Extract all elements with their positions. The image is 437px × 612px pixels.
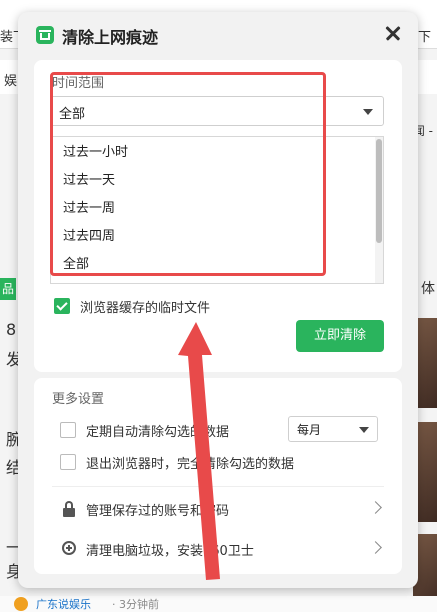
clear-settings-card: 时间范围 全部 过去一小时 过去一天 过去一周 过去四周 全部 浏览器缓存的临时… (34, 60, 402, 372)
frequency-value: 每月 (297, 423, 322, 437)
background-left-text: 8 (6, 320, 17, 339)
checkbox-unchecked[interactable] (60, 422, 76, 438)
checkbox-checked[interactable] (54, 298, 70, 314)
more-settings-title: 更多设置 (52, 392, 105, 407)
time-range-value: 全部 (59, 107, 86, 122)
chevron-down-icon (363, 109, 373, 115)
chevron-right-icon (369, 501, 382, 514)
chevron-down-icon (359, 427, 369, 433)
time-range-dropdown: 过去一小时 过去一天 过去一周 过去四周 全部 (50, 136, 384, 284)
clear-history-dialog: 清除上网痕迹 时间范围 全部 过去一小时 过去一天 过去一周 过去四周 全部 浏… (18, 12, 418, 588)
dropdown-option[interactable]: 过去四周 (63, 227, 115, 247)
plus-circle-icon (62, 541, 76, 555)
trash-icon (36, 26, 54, 44)
lock-icon (62, 501, 76, 517)
manage-passwords-link[interactable]: 管理保存过的账号和密码 (60, 498, 382, 520)
dropdown-option[interactable]: 全部 (63, 255, 89, 275)
chevron-right-icon (369, 541, 382, 554)
dialog-header: 清除上网痕迹 (18, 12, 418, 58)
background-top-right-text: 下 (417, 30, 431, 45)
close-icon[interactable] (382, 22, 404, 44)
auto-clear-option[interactable]: 定期自动清除勾选的数据 (60, 420, 280, 440)
background-feed-meta: 广东说娱乐 · 3分钟前 (0, 596, 437, 612)
manage-passwords-label: 管理保存过的账号和密码 (86, 504, 230, 519)
more-settings-card: 更多设置 定期自动清除勾选的数据 每月 退出浏览器时，完全清除勾选的数据 管理保… (34, 378, 402, 574)
exit-clear-option[interactable]: 退出浏览器时，完全清除勾选的数据 (60, 452, 360, 472)
clean-pc-link[interactable]: 清理电脑垃圾，安装360卫士 (60, 538, 382, 560)
frequency-select[interactable]: 每月 (288, 416, 378, 442)
feed-time: · 3分钟前 (112, 598, 159, 611)
dropdown-option[interactable]: 过去一小时 (63, 143, 128, 163)
cache-checkbox-label: 浏览器缓存的临时文件 (80, 301, 211, 316)
background-nav-left-text: 娱 (4, 74, 18, 89)
auto-clear-label: 定期自动清除勾选的数据 (86, 425, 230, 440)
background-green-chip: 品 (0, 278, 16, 300)
dropdown-option[interactable]: 过去一周 (63, 199, 115, 219)
time-range-label: 时间范围 (52, 76, 105, 91)
cache-checkbox-row[interactable]: 浏览器缓存的临时文件 (54, 296, 384, 316)
checkbox-unchecked[interactable] (60, 454, 76, 470)
clean-pc-label: 清理电脑垃圾，安装360卫士 (86, 544, 254, 559)
background-right-label: 体 (421, 281, 435, 297)
dialog-title: 清除上网痕迹 (62, 28, 159, 47)
source-avatar-icon (14, 597, 28, 611)
feed-source-link[interactable]: 广东说娱乐 (36, 596, 91, 612)
exit-clear-label: 退出浏览器时，完全清除勾选的数据 (86, 457, 295, 472)
divider (52, 486, 384, 487)
dropdown-scrollbar[interactable] (375, 137, 383, 283)
dropdown-option[interactable]: 过去一天 (63, 171, 115, 191)
clear-now-button[interactable]: 立即清除 (296, 320, 384, 352)
time-range-select[interactable]: 全部 (50, 96, 384, 126)
scrollbar-thumb[interactable] (376, 139, 382, 243)
